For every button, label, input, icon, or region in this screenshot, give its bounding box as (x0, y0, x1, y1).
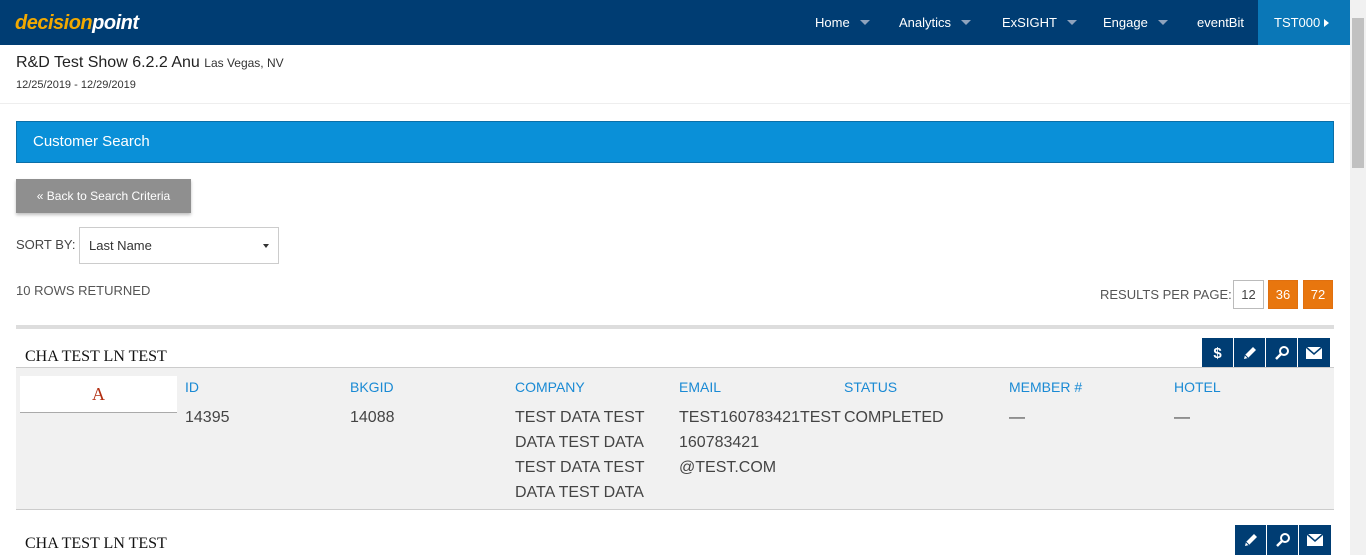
record-status: COMPLETED (844, 409, 944, 426)
company-line: DATA TEST DATA (515, 484, 644, 501)
logo-part-2: point (92, 12, 139, 34)
logo-part-1: decision (15, 12, 93, 34)
column-label-bkgid: BKGID (350, 379, 394, 395)
record-email: TEST160783421TEST 160783421 @TEST.COM (679, 405, 841, 480)
company-line: TEST DATA TEST (515, 459, 645, 476)
email-line: @TEST.COM (679, 459, 777, 476)
chevron-down-icon (961, 20, 972, 26)
top-nav: decisionpoint Home Analytics ExSIGHT Eng… (0, 0, 1350, 45)
record-card (16, 367, 1334, 510)
nav-eventbit-label: eventBit (1197, 15, 1244, 30)
company-line: TEST DATA TEST (515, 409, 645, 426)
record-member: — (1009, 409, 1025, 426)
record-actions (1235, 525, 1331, 555)
panel-title: Customer Search (16, 121, 1334, 163)
column-label-company: COMPANY (515, 379, 585, 395)
caret-right-icon (1324, 18, 1330, 27)
column-label-member: MEMBER # (1009, 379, 1083, 395)
page-size-72-button[interactable]: 72 (1303, 280, 1333, 309)
chevron-down-icon (1157, 20, 1168, 26)
caret-down-icon (263, 244, 269, 248)
column-label-id: ID (185, 379, 199, 395)
sort-by-label: SORT BY: (16, 237, 76, 252)
nav-exsight[interactable]: ExSIGHT (1002, 0, 1077, 45)
search-icon[interactable] (1267, 525, 1299, 555)
nav-home[interactable]: Home (815, 0, 870, 45)
pencil-icon[interactable] (1234, 338, 1266, 368)
search-icon[interactable] (1266, 338, 1298, 368)
envelope-icon[interactable] (1299, 525, 1331, 555)
decisionpoint-logo[interactable]: decisionpoint (15, 12, 139, 34)
nav-engage-label: Engage (1103, 15, 1148, 30)
sort-by-select[interactable]: Last Name (79, 227, 279, 264)
column-label-email: EMAIL (679, 379, 722, 395)
nav-engage[interactable]: Engage (1103, 0, 1168, 45)
show-dates: 12/25/2019 - 12/29/2019 (16, 79, 136, 91)
avatar: A (20, 376, 177, 413)
sort-by-value: Last Name (89, 238, 152, 253)
scrollbar-thumb[interactable] (1352, 18, 1364, 168)
record-name: CHA TEST LN TEST (25, 348, 167, 365)
record-bkgid: 14088 (350, 409, 395, 426)
header-divider (0, 103, 1350, 104)
column-label-hotel: HOTEL (1174, 379, 1221, 395)
nav-exsight-label: ExSIGHT (1002, 15, 1057, 30)
envelope-icon[interactable] (1298, 338, 1330, 368)
nav-home-label: Home (815, 15, 850, 30)
record-company: TEST DATA TEST DATA TEST DATA TEST DATA … (515, 405, 645, 505)
show-title-text: R&D Test Show 6.2.2 Anu (16, 54, 200, 71)
results-divider (16, 325, 1334, 329)
email-line: TEST160783421TEST (679, 409, 841, 426)
record-actions: $ (1202, 338, 1330, 368)
nav-eventbit[interactable]: eventBit (1197, 0, 1244, 45)
show-title: R&D Test Show 6.2.2 Anu Las Vegas, NV (16, 54, 284, 72)
record-id: 14395 (185, 409, 230, 426)
rows-returned: 10 ROWS RETURNED (16, 283, 151, 298)
pencil-icon[interactable] (1235, 525, 1267, 555)
company-line: DATA TEST DATA (515, 434, 644, 451)
email-line: 160783421 (679, 434, 760, 451)
nav-user-menu[interactable]: TST000 (1258, 0, 1350, 45)
nav-user-label: TST000 (1274, 15, 1321, 30)
record-name: CHA TEST LN TEST (25, 535, 167, 552)
record-hotel: — (1174, 409, 1190, 426)
nav-analytics-label: Analytics (899, 15, 952, 30)
chevron-down-icon (859, 20, 870, 26)
column-label-status: STATUS (844, 379, 898, 395)
show-location: Las Vegas, NV (204, 56, 284, 70)
page-size-36-button[interactable]: 36 (1268, 280, 1298, 309)
nav-analytics[interactable]: Analytics (899, 0, 972, 45)
results-per-page-label: RESULTS PER PAGE: (1100, 287, 1232, 302)
chevron-down-icon (1066, 20, 1077, 26)
page-size-12-button[interactable]: 12 (1233, 280, 1264, 309)
dollar-icon[interactable]: $ (1202, 338, 1234, 368)
back-to-search-button[interactable]: « Back to Search Criteria (16, 179, 191, 213)
